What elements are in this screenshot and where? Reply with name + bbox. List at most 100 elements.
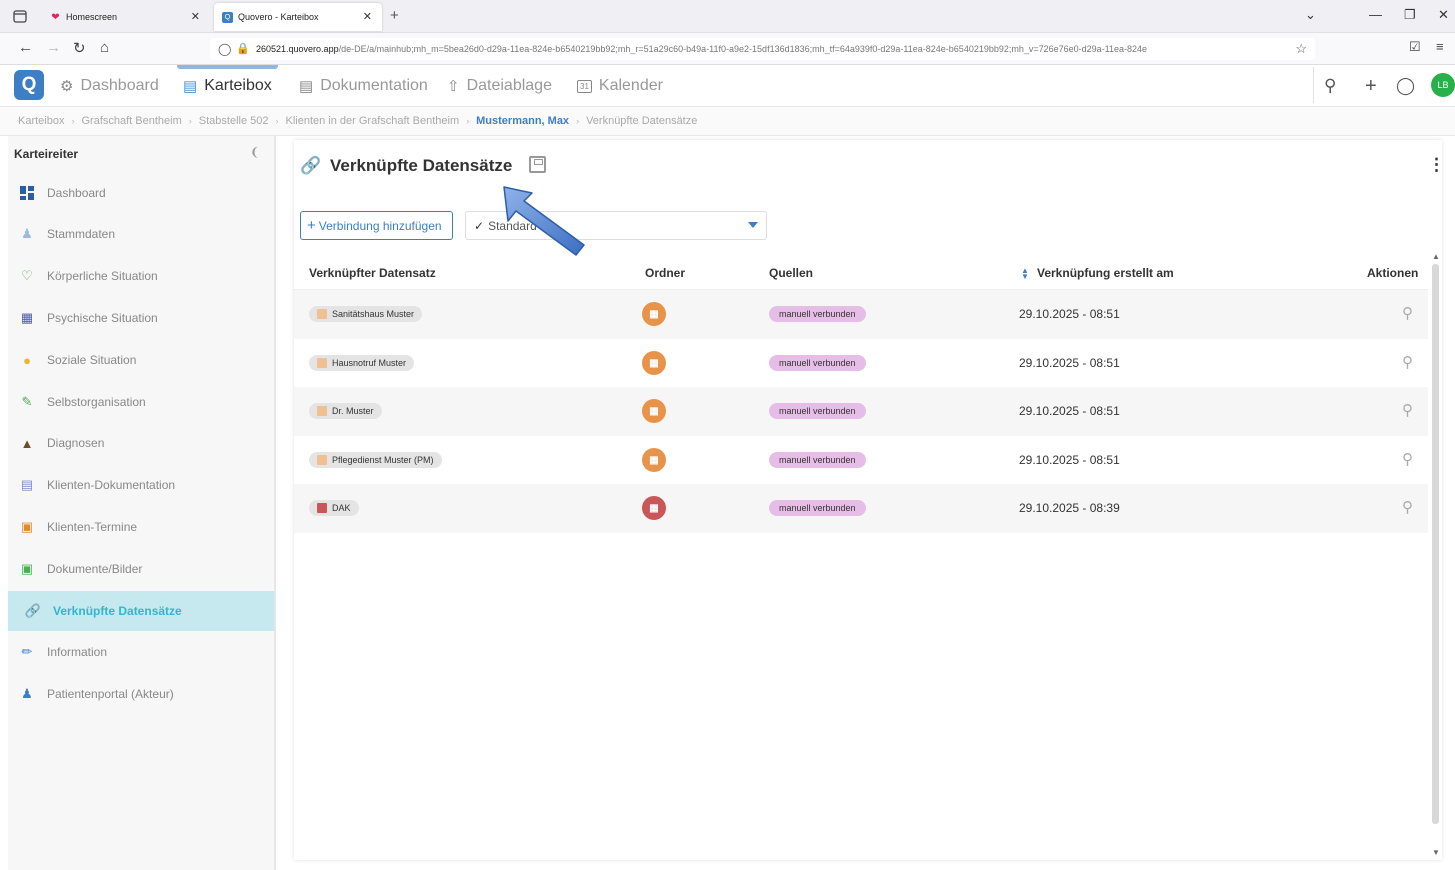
table-header: Verknüpfter Datensatz Ordner Quellen ▲ ▼ V… xyxy=(294,254,1428,290)
scrollbar-thumb[interactable] xyxy=(1432,264,1439,824)
breadcrumb-separator: › xyxy=(576,116,580,126)
dashboard-icon: ⚙ xyxy=(60,78,74,95)
add-icon[interactable]: + xyxy=(1365,65,1377,107)
breadcrumb-item[interactable]: Grafschaft Bentheim xyxy=(81,115,181,127)
image-icon: ▣ xyxy=(20,561,34,576)
unlink-icon[interactable]: ⚲ xyxy=(1402,498,1413,516)
breadcrumb-item[interactable]: Stabstelle 502 xyxy=(199,115,269,127)
sidebar-item-dokumente-bilder[interactable]: ▣ Dokumente/Bilder xyxy=(8,549,274,589)
table-row[interactable]: DAK ▦ manuell verbunden 29.10.2025 - 08:… xyxy=(294,484,1428,533)
record-chip[interactable]: DAK xyxy=(309,500,359,516)
sidebar-item-label: Soziale Situation xyxy=(47,353,137,367)
address-field[interactable]: ◯ 🔒 260521.quovero.app/de-DE/a/mainhub;m… xyxy=(210,38,1315,60)
sidebar-item-klienten-termine[interactable]: ▣ Klienten-Termine xyxy=(8,507,274,547)
building-icon xyxy=(317,358,327,368)
nav-karteibox[interactable]: ▤ Karteibox xyxy=(177,65,278,107)
pin-icon[interactable]: ❨ xyxy=(250,145,260,159)
quovero-logo[interactable]: Q xyxy=(14,70,44,100)
record-chip[interactable]: Dr. Muster xyxy=(309,403,382,419)
table-row[interactable]: Pflegedienst Muster (PM) ▦ manuell verbu… xyxy=(294,436,1428,485)
record-chip[interactable]: Hausnotruf Muster xyxy=(309,355,415,371)
sidebar-item-verknuepfte-datensaetze[interactable]: 🔗 Verknüpfte Datensätze xyxy=(8,591,274,631)
calendar-icon: 31 xyxy=(577,79,592,93)
back-arrow-icon[interactable]: ← xyxy=(18,39,33,56)
sidebar-item-label: Stammdaten xyxy=(47,227,116,241)
nav-dashboard[interactable]: ⚙ Dashboard xyxy=(60,65,159,107)
record-chip[interactable]: Pflegedienst Muster (PM) xyxy=(309,452,442,468)
column-header-sources[interactable]: Quellen xyxy=(769,266,813,280)
unlink-icon[interactable]: ⚲ xyxy=(1402,450,1413,468)
record-name: Dr. Muster xyxy=(332,406,374,416)
sidebar-item-selbstorganisation[interactable]: ✎ Selbstorganisation xyxy=(8,382,274,422)
table-row[interactable]: Sanitätshaus Muster ▦ manuell verbunden … xyxy=(294,290,1428,339)
tab-list-icon[interactable] xyxy=(12,8,28,24)
chat-icon[interactable]: ◯ xyxy=(1396,65,1415,107)
created-date: 29.10.2025 - 08:51 xyxy=(1019,307,1120,321)
page-title: Verknüpfte Datensätze xyxy=(330,156,513,175)
sidebar-item-label: Körperliche Situation xyxy=(47,269,158,283)
close-icon[interactable]: ✕ xyxy=(191,10,200,23)
breadcrumb-item-current-client[interactable]: Mustermann, Max xyxy=(476,115,569,127)
unlink-icon[interactable]: ⚲ xyxy=(1402,304,1413,322)
browser-tab-homescreen[interactable]: ❤ Homescreen ✕ xyxy=(42,3,210,31)
new-tab-icon[interactable]: + xyxy=(390,7,399,24)
breadcrumb-item[interactable]: Klienten in der Grafschaft Bentheim xyxy=(285,115,459,127)
sidebar-item-psychische-situation[interactable]: ▦ Psychische Situation xyxy=(8,298,274,338)
minimize-icon[interactable]: — xyxy=(1369,7,1382,22)
sidebar-item-stammdaten[interactable]: ♟ Stammdaten xyxy=(8,214,274,254)
breadcrumb: Karteibox › Grafschaft Bentheim › Stabstel… xyxy=(0,107,1455,136)
nav-dokumentation[interactable]: ▤ Dokumentation xyxy=(299,65,428,107)
maximize-icon[interactable]: ❐ xyxy=(1404,7,1416,23)
nav-label: Karteibox xyxy=(204,77,272,94)
table-row[interactable]: Hausnotruf Muster ▦ manuell verbunden 29… xyxy=(294,339,1428,388)
app-header: Q ⚙ Dashboard ▤ Karteibox ▤ Dokumentatio… xyxy=(0,65,1455,107)
unlink-icon[interactable]: ⚲ xyxy=(1402,401,1413,419)
sidebar-item-koerperliche-situation[interactable]: ♡ Körperliche Situation xyxy=(8,256,274,296)
link-icon: 🔗 xyxy=(300,156,322,175)
source-badge: manuell verbunden xyxy=(769,306,866,322)
sidebar-item-label: Selbstorganisation xyxy=(47,395,146,409)
column-header-created[interactable]: ▲ ▼ Verknüpfung erstellt am xyxy=(1021,266,1174,280)
sort-icon: ▲ ▼ xyxy=(1021,265,1029,281)
window-close-icon[interactable]: ✕ xyxy=(1438,7,1449,23)
record-chip[interactable]: Sanitätshaus Muster xyxy=(309,306,423,322)
sidebar-item-label: Diagnosen xyxy=(47,436,105,450)
view-selector[interactable]: ✓ Standard xyxy=(465,211,767,240)
breadcrumb-item[interactable]: Karteibox xyxy=(18,115,64,127)
extensions-icon[interactable]: ☑ xyxy=(1409,39,1421,55)
browser-tab-karteibox[interactable]: Q Quovero - Karteibox ✕ xyxy=(214,3,382,31)
avatar[interactable]: LB xyxy=(1431,73,1455,97)
scroll-up-icon[interactable]: ▲ xyxy=(1432,252,1440,261)
sidebar-item-information[interactable]: ✏ Information xyxy=(8,632,274,672)
record-name: Hausnotruf Muster xyxy=(332,358,407,368)
menu-icon[interactable]: ≡ xyxy=(1436,39,1444,54)
created-date: 29.10.2025 - 08:51 xyxy=(1019,356,1120,370)
sidebar-item-diagnosen[interactable]: ▲ Diagnosen xyxy=(8,423,274,463)
sidebar-item-patientenportal[interactable]: ♟ Patientenportal (Akteur) xyxy=(8,674,274,714)
sidebar-item-dashboard[interactable]: Dashboard xyxy=(8,173,274,213)
bookmark-star-icon[interactable]: ☆ xyxy=(1291,38,1307,60)
sidebar-item-klienten-dokumentation[interactable]: ▤ Klienten-Dokumentation xyxy=(8,465,274,505)
scroll-down-icon[interactable]: ▼ xyxy=(1432,848,1440,857)
created-date: 29.10.2025 - 08:51 xyxy=(1019,453,1120,467)
close-icon[interactable]: ✕ xyxy=(363,10,372,23)
search-icon[interactable]: ⚲ xyxy=(1324,65,1336,107)
reload-icon[interactable]: ↻ xyxy=(73,39,86,57)
nav-kalender[interactable]: 31 Kalender xyxy=(577,65,663,107)
column-header-folder[interactable]: Ordner xyxy=(645,266,685,280)
forward-arrow-icon[interactable]: → xyxy=(46,39,61,56)
home-icon[interactable]: ⌂ xyxy=(100,39,109,56)
add-connection-button[interactable]: + Verbindung hinzufügen xyxy=(300,211,453,240)
created-date: 29.10.2025 - 08:39 xyxy=(1019,501,1120,515)
table-scrollbar[interactable]: ▲ ▼ xyxy=(1428,252,1442,860)
column-header-record[interactable]: Verknüpfter Datensatz xyxy=(309,266,436,280)
tab-label: Quovero - Karteibox xyxy=(238,12,319,22)
chevron-down-icon[interactable]: ⌄ xyxy=(1305,7,1316,23)
save-icon[interactable] xyxy=(529,156,546,173)
table-row[interactable]: Dr. Muster ▦ manuell verbunden 29.10.202… xyxy=(294,387,1428,436)
more-vertical-icon[interactable]: ⋮ xyxy=(1428,155,1445,175)
main-panel: 🔗 Verknüpfte Datensätze ⋮ + Verbindung h… xyxy=(294,140,1445,860)
nav-dateiablage[interactable]: ⇧ Dateiablage xyxy=(447,65,552,107)
sidebar-item-soziale-situation[interactable]: ● Soziale Situation xyxy=(8,340,274,380)
unlink-icon[interactable]: ⚲ xyxy=(1402,353,1413,371)
